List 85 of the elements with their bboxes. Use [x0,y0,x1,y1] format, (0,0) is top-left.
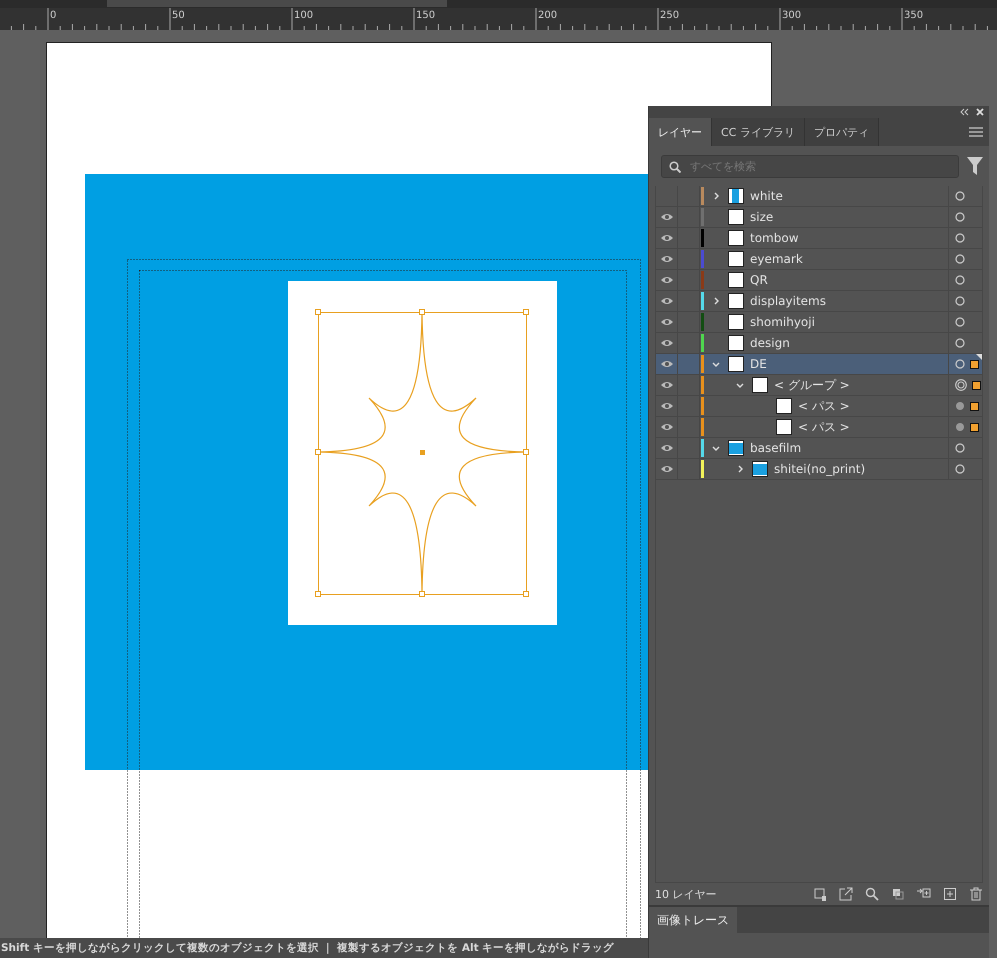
target-circle-icon[interactable] [955,464,965,474]
layer-name: tombow [750,231,800,245]
target-dot-icon[interactable] [955,422,965,432]
target-circle-icon[interactable] [955,275,965,285]
panel-tab[interactable]: レイヤー [649,118,712,146]
new-layer-icon[interactable] [943,887,957,901]
search-icon [669,160,681,172]
target-circle-icon[interactable] [955,338,965,348]
eye-icon[interactable] [660,297,672,305]
layer-name: size [750,210,774,224]
layer-name: < グループ > [774,376,851,394]
layer-name: shitei(no_print) [774,462,866,476]
panel-tab[interactable]: 画像トレース [649,907,737,933]
layer-row[interactable]: size [656,207,982,228]
eye-icon[interactable] [660,318,672,326]
target-circle-icon[interactable] [955,443,965,453]
layer-name: design [750,336,791,350]
selection-square-icon[interactable] [970,422,979,432]
layer-row[interactable]: eyemark [656,249,982,270]
layer-row[interactable]: white [656,186,982,207]
ruler-label: 350 [904,10,924,21]
target-circle-icon[interactable] [955,212,965,222]
ruler-label: 300 [782,10,802,21]
target-circle-icon[interactable] [955,359,965,369]
menu-icon[interactable] [969,127,983,137]
ruler-label: 250 [660,10,680,21]
layer-name: basefilm [750,441,802,455]
selection-square-icon[interactable] [970,360,979,368]
layer-name: DE [750,357,768,371]
target-circle-icon[interactable] [955,233,965,243]
ruler-label: 50 [172,10,185,21]
search-icon[interactable] [865,887,879,901]
selection-square-icon[interactable] [970,402,979,410]
layer-count: 10 レイヤー [655,886,716,902]
artboard-icon[interactable] [813,887,827,901]
ruler-label: 100 [294,10,314,21]
ruler-label: 200 [538,10,558,21]
target-circle-icon[interactable] [955,317,965,327]
layer-row[interactable]: shomihyoji [656,312,982,333]
target-circle-icon[interactable] [955,254,965,264]
layer-name: displayitems [750,294,827,308]
layer-name: < パス > [798,418,851,436]
eye-icon[interactable] [660,444,672,452]
layer-row[interactable]: tombow [656,228,982,249]
eye-icon[interactable] [660,381,672,389]
layer-row[interactable]: basefilm [656,438,982,459]
ruler-label: 150 [416,10,436,21]
collapse-panel-icon[interactable] [959,107,969,117]
scrollbar-thumb[interactable] [107,0,447,7]
eye-icon[interactable] [660,465,672,473]
status-bar-text: Shift キーを押しながらクリックして複数のオブジェクトを選択 ｜ 複製するオブジェクトを Alt キーを押しながらドラッグ [0,938,648,958]
target-circle-icon[interactable] [955,296,965,306]
target-dot-icon[interactable] [955,401,965,411]
target-circle-icon[interactable] [955,191,965,201]
layer-row[interactable]: QR [656,270,982,291]
ruler-label: 0 [50,10,56,21]
layer-name: shomihyoji [750,315,816,329]
target-double-circle-icon[interactable] [955,379,967,391]
eye-icon[interactable] [660,276,672,284]
panel-tab[interactable]: CC ライブラリ [712,118,805,146]
layer-name: eyemark [750,252,804,266]
layer-row[interactable]: < パス > [656,417,982,438]
export-icon[interactable] [839,887,853,901]
layer-row[interactable]: displayitems [656,291,982,312]
layer-row[interactable]: < パス > [656,396,982,417]
layer-row[interactable]: < グループ > [656,375,982,396]
selection-square-icon[interactable] [972,380,981,390]
layer-row[interactable]: DE [656,354,982,375]
eye-icon[interactable] [660,423,672,431]
eye-icon[interactable] [660,339,672,347]
layer-row[interactable]: shitei(no_print) [656,459,982,480]
filter-icon[interactable] [967,157,983,175]
layer-name: QR [750,273,769,287]
eye-icon[interactable] [660,234,672,242]
eye-icon[interactable] [660,402,672,410]
layer-name: < パス > [798,398,851,414]
selected-star-drawing[interactable] [315,309,529,597]
panel-tab[interactable]: プロパティ [804,118,879,146]
close-icon[interactable] [975,107,985,117]
eye-icon[interactable] [660,360,672,368]
clipping-mask-icon[interactable] [891,887,905,901]
eye-icon[interactable] [660,255,672,263]
layer-name: white [750,189,784,203]
trash-icon[interactable] [969,887,983,901]
eye-icon[interactable] [660,213,672,221]
